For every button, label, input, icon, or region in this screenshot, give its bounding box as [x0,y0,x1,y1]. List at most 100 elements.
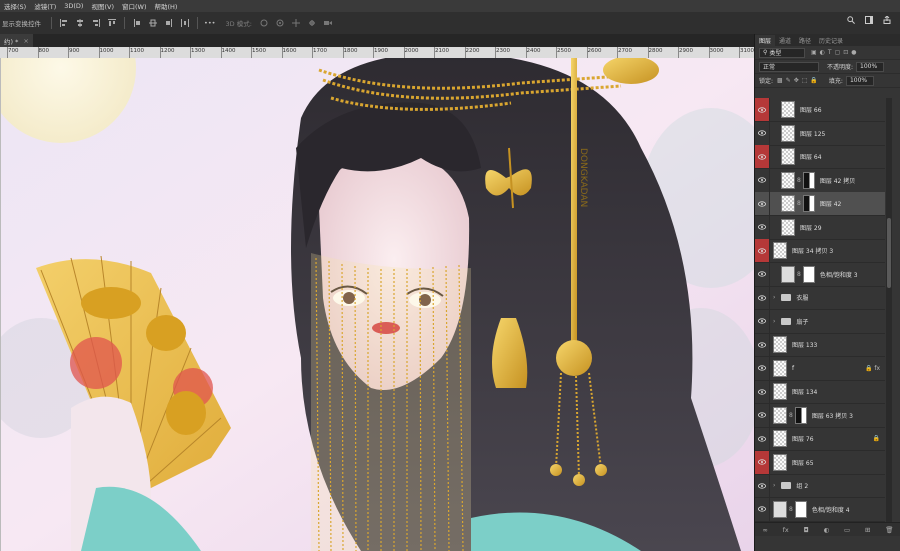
layer-name[interactable]: 图层 34 拷贝 3 [792,246,833,255]
expand-chevron-icon[interactable]: › [773,318,775,325]
layer-mask-thumbnail[interactable] [802,195,815,212]
close-tab-icon[interactable]: × [23,37,28,45]
panel-footer-icon-1[interactable]: fx [783,526,789,534]
menu-item-2[interactable]: 3D(D) [60,2,87,10]
layer-name[interactable]: 图层 76 [792,434,814,443]
layer-thumbnail[interactable] [773,453,787,471]
layer-name[interactable]: 色相/饱和度 4 [812,505,850,514]
panel-footer-icon-5[interactable]: ⊞ [865,526,870,534]
panel-footer-icon-3[interactable]: ◐ [824,526,830,534]
layer-row[interactable]: 图层 66 [755,98,885,122]
layer-thumbnail[interactable] [781,148,795,165]
layer-thumbnail[interactable] [773,383,787,400]
scroll-thumb[interactable] [887,218,891,288]
workspace-icon[interactable] [865,16,873,24]
layer-name[interactable]: 图层 64 [800,152,822,161]
layer-thumbnail[interactable] [781,218,795,236]
visibility-eye-icon[interactable] [755,403,770,427]
layer-thumbnail[interactable] [773,242,787,259]
expand-chevron-icon[interactable]: › [773,482,775,489]
layer-thumbnail[interactable] [781,124,795,142]
visibility-eye-icon[interactable] [755,333,770,356]
link-icon[interactable]: 8 [797,177,801,184]
panel-tab-1[interactable]: 通道 [775,35,795,46]
visibility-eye-icon[interactable] [755,474,770,497]
layer-name[interactable]: 色相/饱和度 3 [820,270,858,279]
fill-input[interactable]: 100% [845,75,874,86]
layer-row[interactable]: 图层 133 [755,333,885,357]
layer-thumbnail[interactable] [773,406,787,424]
panel-footer-icon-4[interactable]: ▭ [844,526,850,534]
layer-row[interactable]: 图层 34 拷贝 3 [755,239,885,263]
menu-item-4[interactable]: 窗口(W) [118,1,151,11]
layer-thumbnail[interactable] [781,171,795,189]
link-icon[interactable]: 8 [797,200,801,207]
layer-thumbnail[interactable] [773,430,787,447]
visibility-eye-icon[interactable] [755,286,770,309]
visibility-eye-icon[interactable] [755,450,770,474]
menu-item-0[interactable]: 选择(S) [0,1,30,11]
document-tab[interactable]: 约) * × [0,34,33,47]
layer-name[interactable]: 图层 125 [800,129,825,138]
layer-name[interactable]: f [792,365,794,372]
visibility-eye-icon[interactable] [755,98,770,121]
visibility-eye-icon[interactable] [755,192,770,215]
visibility-eye-icon[interactable] [755,380,770,403]
layer-list[interactable]: 图层 66 图层 125 图层 64 8 图层 42 拷贝 8 图层 42 图层 29 图层 3… [755,98,885,522]
layer-mask-thumbnail[interactable] [794,500,807,518]
menu-item-1[interactable]: 滤镜(T) [30,1,60,11]
layer-thumbnail[interactable] [773,336,787,353]
lock-icons[interactable]: ▩✎✥⬚🔒 [777,77,821,84]
layer-row[interactable]: 8 图层 42 拷贝 [755,168,885,193]
opacity-input[interactable]: 100% [856,61,885,72]
show-transform-controls-label[interactable]: 显示变换控件 [2,18,41,28]
distribute-center-icon[interactable] [149,19,157,27]
visibility-eye-icon[interactable] [755,309,770,333]
layer-row[interactable]: 8 色相/饱和度 3 [755,262,885,287]
visibility-eye-icon[interactable] [755,215,770,239]
visibility-eye-icon[interactable] [755,168,770,192]
blend-mode-select[interactable]: 正常 [759,61,819,72]
link-icon[interactable]: 8 [789,506,793,513]
panel-tab-0[interactable]: 图层 [755,35,776,46]
layer-row[interactable]: 图层 29 [755,215,885,240]
layer-thumbnail[interactable] [781,101,795,118]
layer-row[interactable]: › 衣服 [755,286,885,310]
align-left-icon[interactable] [60,19,68,27]
layer-row[interactable]: 图层 134 [755,380,885,404]
layer-name[interactable]: 组 2 [796,481,808,490]
layer-thumbnail[interactable] [781,195,795,212]
panel-tab-2[interactable]: 路径 [795,35,815,46]
layers-scrollbar[interactable] [886,98,892,522]
layer-row[interactable]: 8 色相/饱和度 4 [755,497,885,522]
panel-footer-icon-0[interactable]: ∞ [762,526,767,534]
expand-chevron-icon[interactable]: › [773,294,775,301]
layer-row[interactable]: 8 图层 42 [755,192,885,216]
visibility-eye-icon[interactable] [755,262,770,286]
visibility-eye-icon[interactable] [755,356,770,380]
distribute-right-icon[interactable] [165,19,173,27]
link-icon[interactable]: 8 [789,412,793,419]
more-options-button[interactable]: ••• [204,19,216,27]
panel-footer-icon-6[interactable]: 🗑 [885,526,893,534]
distribute-left-icon[interactable] [133,19,141,27]
layer-row[interactable]: f 🔒 fx [755,356,885,381]
layer-row[interactable]: 图层 125 [755,121,885,146]
layer-row[interactable]: › 组 2 [755,474,885,498]
visibility-eye-icon[interactable] [755,427,770,450]
layer-name[interactable]: 图层 66 [800,105,822,114]
align-top-icon[interactable] [108,19,116,27]
layer-row[interactable]: 图层 65 [755,450,885,475]
filter-type-icons[interactable]: ▣◐T▢⊡● [811,49,860,56]
layer-name[interactable]: 衣服 [796,293,808,302]
filter-kind-select[interactable]: ⚲ 类型 [759,47,805,58]
layer-name[interactable]: 图层 133 [792,340,817,349]
layer-name[interactable]: 图层 42 [820,199,842,208]
menu-item-5[interactable]: 帮助(H) [151,1,182,11]
visibility-eye-icon[interactable] [755,121,770,145]
visibility-eye-icon[interactable] [755,239,770,262]
share-icon[interactable] [883,16,891,24]
layer-name[interactable]: 图层 134 [792,387,817,396]
layer-name[interactable]: 扇子 [796,317,808,326]
layer-name[interactable]: 图层 42 拷贝 [820,176,855,185]
